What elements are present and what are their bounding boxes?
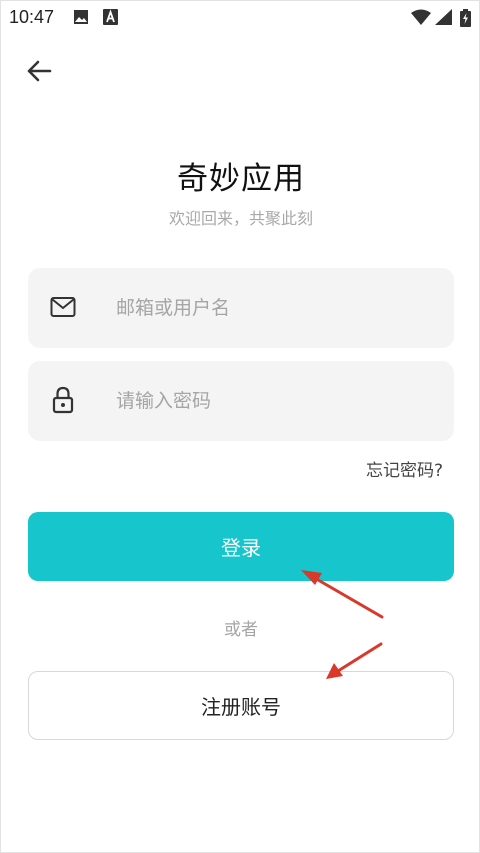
status-time: 10:47: [9, 7, 55, 27]
username-input[interactable]: [116, 268, 436, 348]
login-screen: 10:47 奇妙应用 欢迎回来，共聚此刻 邮箱或用户名 忘记密码? 登录 或者 …: [0, 0, 480, 853]
or-divider: 或者: [224, 620, 258, 640]
a-icon: [103, 9, 118, 29]
back-button[interactable]: [21, 57, 57, 89]
forgot-password-link[interactable]: 忘记密码?: [366, 456, 443, 481]
mail-icon: [48, 292, 78, 322]
lock-icon: [48, 385, 78, 415]
app-title: 奇妙应用: [177, 161, 305, 197]
username-field[interactable]: [28, 268, 454, 348]
arrow-left-icon: [26, 60, 52, 86]
wifi-icon: [411, 9, 431, 30]
status-bar: 10:47: [1, 1, 480, 35]
app-subtitle: 欢迎回来，共聚此刻: [168, 209, 313, 228]
login-button[interactable]: 登录: [28, 512, 454, 581]
signal-icon: [435, 9, 453, 30]
register-button[interactable]: 注册账号: [28, 671, 454, 740]
password-field[interactable]: [28, 361, 454, 441]
battery-icon: [460, 9, 471, 31]
image-icon: [73, 9, 89, 29]
password-input[interactable]: [116, 361, 436, 441]
